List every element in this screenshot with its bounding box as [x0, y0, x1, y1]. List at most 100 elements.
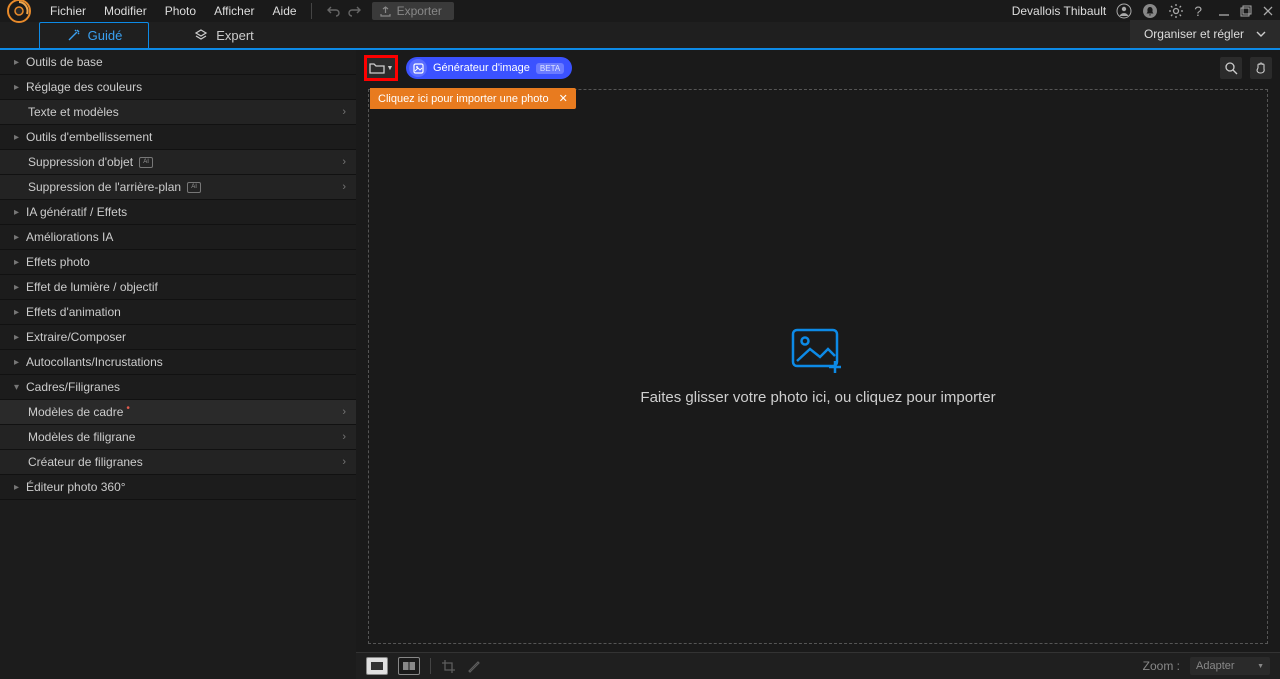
drop-instruction: Faites glisser votre photo ici, ou cliqu… [640, 389, 995, 406]
sidebar-sub-watermark-templates[interactable]: Modèles de filigrane › [0, 425, 356, 450]
sidebar-group-basic-tools[interactable]: ▸ Outils de base [0, 50, 356, 75]
sidebar-group-generative-ai[interactable]: ▸ IA génératif / Effets [0, 200, 356, 225]
tooltip-text: Cliquez ici pour importer une photo [378, 93, 549, 105]
help-icon[interactable]: ? [1194, 3, 1202, 19]
caret-down-icon: ▼ [1257, 663, 1264, 670]
drop-zone[interactable]: Faites glisser votre photo ici, ou cliqu… [368, 89, 1268, 644]
chevron-right-icon: › [342, 106, 346, 118]
sidebar-group-animation[interactable]: ▸Effets d'animation [0, 300, 356, 325]
brush-icon[interactable] [466, 659, 481, 674]
close-icon[interactable]: ✕ [559, 92, 568, 105]
redo-icon[interactable] [348, 4, 362, 18]
sidebar-label: Outils de base [26, 55, 103, 69]
chevron-down-icon [1256, 29, 1266, 39]
zoom-label: Zoom : [1143, 659, 1180, 673]
canvas-toolbar: ▼ Générateur d'image BETA [356, 53, 1280, 83]
menu-help[interactable]: Aide [273, 4, 297, 18]
sidebar-label: IA génératif / Effets [26, 205, 127, 219]
undo-icon[interactable] [326, 4, 340, 18]
triangle-right-icon: ▸ [14, 207, 22, 218]
sidebar-label: Autocollants/Incrustations [26, 355, 163, 369]
chevron-right-icon: › [342, 156, 346, 168]
triangle-right-icon: ▸ [14, 332, 22, 343]
folder-icon [369, 61, 385, 75]
organize-button[interactable]: Organiser et régler [1130, 20, 1280, 48]
settings-icon[interactable] [1168, 3, 1184, 19]
layout-single-button[interactable] [366, 657, 388, 675]
sidebar-group-color-adjust[interactable]: ▸Réglage des couleurs [0, 75, 356, 100]
hand-icon [1254, 61, 1268, 75]
image-generator-button[interactable]: Générateur d'image BETA [406, 57, 572, 79]
generator-label: Générateur d'image [433, 62, 530, 74]
layers-icon [194, 28, 208, 42]
menu-file[interactable]: Fichier [50, 4, 86, 18]
zoom-select[interactable]: Adapter ▼ [1190, 657, 1270, 675]
bottombar: Zoom : Adapter ▼ [356, 652, 1280, 679]
sidebar-label: Cadres/Filigranes [26, 380, 120, 394]
sidebar-group-extract-compose[interactable]: ▸ Extraire/Composer [0, 325, 356, 350]
modebar: Guidé Expert Organiser et régler [0, 22, 1280, 50]
import-image-icon [790, 327, 846, 375]
triangle-right-icon: ▸ [14, 232, 22, 243]
main: ▸ Outils de base ▸Réglage des couleurs Te… [0, 50, 1280, 679]
triangle-right-icon: ▸ [14, 57, 22, 68]
zoom-tool-button[interactable] [1220, 57, 1242, 79]
sidebar-label: Outils d'embellissement [26, 130, 152, 144]
sidebar-group-light-lens[interactable]: ▸ Effet de lumière / objectif [0, 275, 356, 300]
chevron-right-icon: › [342, 181, 346, 193]
mode-guided-tab[interactable]: Guidé [39, 22, 149, 48]
crop-icon[interactable] [441, 659, 456, 674]
notification-icon[interactable] [1142, 3, 1158, 19]
sidebar-label: Effets photo [26, 255, 90, 269]
export-button[interactable]: Exporter [372, 2, 454, 20]
layout-split-button[interactable] [398, 657, 420, 675]
maximize-icon[interactable] [1240, 5, 1252, 17]
sidebar-group-ai-enhance[interactable]: ▸ Améliorations IA [0, 225, 356, 250]
sidebar-label: Éditeur photo 360° [26, 480, 126, 494]
chevron-right-icon: › [342, 456, 346, 468]
minimize-icon[interactable] [1218, 5, 1230, 17]
close-icon[interactable] [1262, 5, 1274, 17]
sidebar-label: Effet de lumière / objectif [26, 280, 158, 294]
sidebar-group-beautify[interactable]: ▸ Outils d'embellissement [0, 125, 356, 150]
sidebar-sub-bg-removal[interactable]: Suppression de l'arrière-planAI› [0, 175, 356, 200]
sidebar-label: Extraire/Composer [26, 330, 126, 344]
triangle-right-icon: ▸ [14, 482, 22, 493]
app-logo [6, 0, 32, 24]
user-name[interactable]: Devallois Thibault [1012, 4, 1107, 18]
sidebar-sub-watermark-creator[interactable]: Créateur de filigranes› [0, 450, 356, 475]
chevron-right-icon: › [342, 406, 346, 418]
user-avatar-icon[interactable] [1116, 3, 1132, 19]
export-icon [380, 6, 391, 17]
menu-items: Fichier Modifier Photo Afficher Aide [50, 4, 297, 18]
triangle-right-icon: ▸ [14, 132, 22, 143]
sidebar-group-stickers[interactable]: ▸Autocollants/Incrustations [0, 350, 356, 375]
chevron-right-icon: › [342, 431, 346, 443]
sidebar-sub-frame-templates[interactable]: Modèles de cadre•› [0, 400, 356, 425]
triangle-right-icon: ▸ [14, 282, 22, 293]
separator [430, 658, 431, 674]
menu-view[interactable]: Afficher [214, 4, 254, 18]
open-folder-button[interactable]: ▼ [364, 55, 398, 81]
beta-badge: BETA [536, 63, 564, 74]
triangle-right-icon: ▸ [14, 82, 22, 93]
sidebar: ▸ Outils de base ▸Réglage des couleurs Te… [0, 50, 356, 679]
mode-expert-tab[interactable]: Expert [169, 22, 279, 48]
sidebar-group-photo-effects[interactable]: ▸Effets photo [0, 250, 356, 275]
pan-tool-button[interactable] [1250, 57, 1272, 79]
sidebar-label: Texte et modèles [28, 105, 119, 119]
sidebar-sub-text-templates[interactable]: Texte et modèles › [0, 100, 356, 125]
menu-edit[interactable]: Modifier [104, 4, 147, 18]
organize-label: Organiser et régler [1144, 27, 1244, 41]
sidebar-label: Suppression d'objet [28, 155, 133, 169]
caret-down-icon: ▼ [387, 65, 394, 72]
sidebar-group-360-editor[interactable]: ▸ Éditeur photo 360° [0, 475, 356, 500]
mode-guided-label: Guidé [88, 28, 123, 43]
sidebar-label: Modèles de filigrane [28, 430, 135, 444]
sidebar-label: Effets d'animation [26, 305, 121, 319]
menu-photo[interactable]: Photo [165, 4, 196, 18]
sidebar-group-frames-watermarks[interactable]: ▾Cadres/Filigranes [0, 375, 356, 400]
sidebar-label: Améliorations IA [26, 230, 113, 244]
undo-redo-group [326, 4, 362, 18]
sidebar-sub-object-removal[interactable]: Suppression d'objetAI› [0, 150, 356, 175]
